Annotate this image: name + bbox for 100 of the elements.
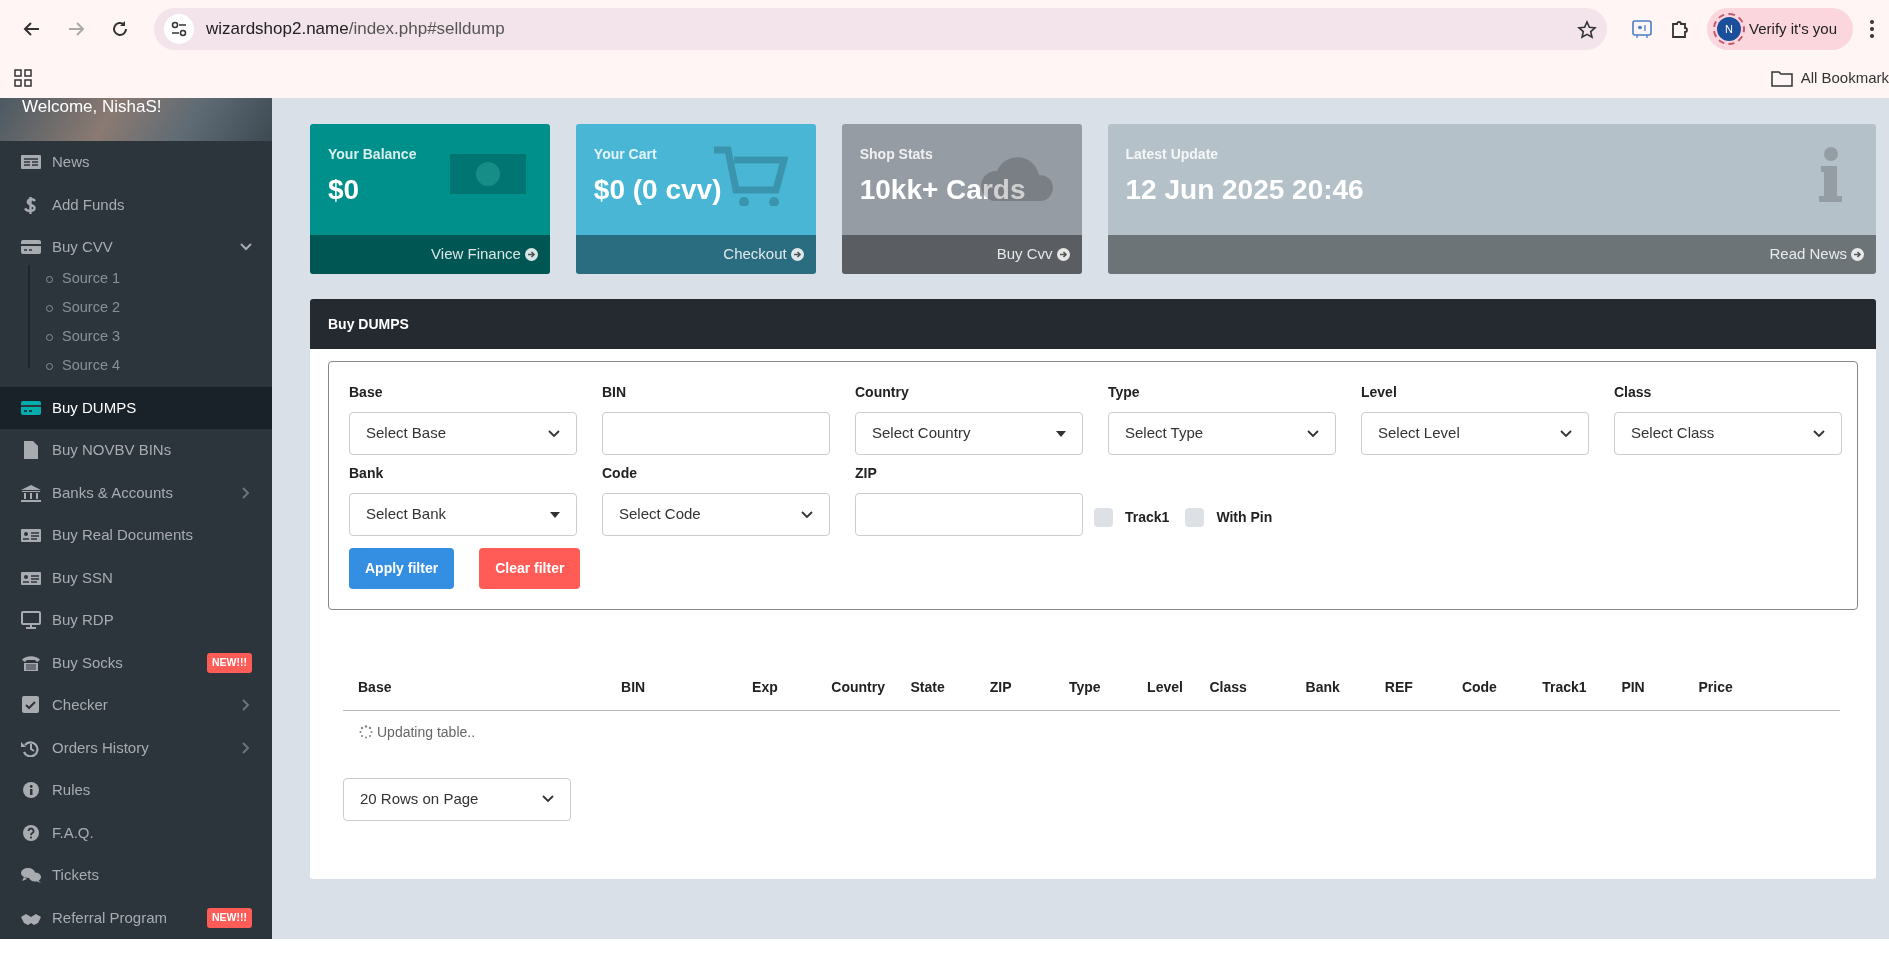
select-field[interactable]: Select Class [1614, 412, 1842, 455]
panel-title: Buy DUMPS [310, 299, 1876, 349]
column-header[interactable]: State [895, 668, 975, 711]
column-header[interactable]: Level [1132, 668, 1195, 711]
sidebar-item[interactable]: F.A.Q. [0, 811, 272, 854]
card-title: Latest Update [1125, 145, 1220, 164]
field-label: ZIP [855, 464, 878, 483]
chevron-down-icon [1813, 429, 1825, 438]
card-value: 10kk+ Cards [859, 173, 1026, 207]
card-title: Your Balance [328, 145, 418, 164]
sidebar-item[interactable]: Buy DUMPS [0, 386, 272, 429]
field-label: Country [855, 383, 910, 402]
sidebar-item[interactable]: Tickets [0, 854, 272, 897]
card-value: 12 Jun 2025 20:46 [1125, 173, 1364, 207]
address-bar[interactable]: wizardshop2.name/index.php#selldump [154, 8, 1608, 50]
arrow-circle-icon [1851, 248, 1864, 261]
sidebar-subitem[interactable]: Source 3 [28, 322, 272, 352]
star-icon[interactable] [1577, 19, 1598, 40]
input-field[interactable] [602, 412, 830, 455]
checkbox[interactable] [1185, 508, 1205, 527]
new-badge: NEW!!! [207, 652, 252, 673]
card-value: $0 [328, 173, 360, 207]
column-header[interactable]: Class [1194, 668, 1291, 711]
arrow-circle-icon [524, 248, 538, 261]
field-label: Bank [349, 464, 385, 483]
spinner-icon [359, 725, 373, 740]
column-header[interactable]: Bank [1290, 668, 1370, 711]
card-value: $0 (0 cvv) [593, 173, 722, 207]
monitor-icon [20, 611, 42, 630]
column-header[interactable]: Country [816, 668, 896, 711]
card-link[interactable]: Read News [1769, 243, 1864, 266]
newspaper-icon [20, 153, 42, 172]
sidebar-item[interactable]: Buy Real Documents [0, 514, 272, 557]
card-title: Your Cart [593, 145, 658, 164]
sidebar-subitem[interactable]: Source 4 [28, 351, 272, 381]
sidebar-item[interactable]: Orders History [0, 726, 272, 769]
column-header[interactable]: REF [1369, 668, 1447, 711]
sidebar-item[interactable]: Rules [0, 769, 272, 812]
new-badge: NEW!!! [207, 907, 252, 928]
arrow-circle-icon [790, 248, 804, 261]
chevron-down-icon [801, 510, 813, 519]
column-header[interactable]: Exp [737, 668, 817, 711]
column-header[interactable]: Track1 [1527, 668, 1607, 711]
sidebar-item[interactable]: Checker [0, 684, 272, 727]
chat-icon [20, 866, 42, 885]
select-field[interactable]: Select Bank [349, 493, 577, 536]
select-field[interactable]: Select Base [349, 412, 577, 455]
field-label: Code [602, 464, 638, 483]
field-label: Level [1361, 383, 1398, 402]
chevron-down-icon [1560, 429, 1572, 438]
chevron-down-icon [1307, 429, 1319, 438]
field-label: BIN [602, 383, 628, 402]
page-size-select[interactable]: 20 Rows on Page [343, 777, 571, 821]
column-header[interactable]: BIN [606, 668, 738, 711]
checkbox-icon [20, 696, 42, 715]
apps-grid-icon[interactable] [14, 69, 32, 87]
sidebar-item[interactable]: Buy NOVBV BINs [0, 429, 272, 472]
card-icon [20, 398, 42, 417]
sidebar-item[interactable]: Buy SSN [0, 556, 272, 599]
folder-icon [1770, 69, 1793, 87]
column-header[interactable]: Code [1446, 668, 1528, 711]
sidebar-subitem[interactable]: Source 2 [28, 293, 272, 323]
caret-icon [1056, 430, 1066, 437]
menu-icon[interactable] [1869, 19, 1875, 39]
phone-icon [20, 653, 42, 672]
chevron-down-icon [548, 429, 560, 438]
checkbox[interactable] [1094, 508, 1113, 527]
column-header[interactable]: Base [343, 668, 607, 711]
chevron-down-icon [542, 795, 554, 804]
card-title: Shop Stats [859, 145, 934, 164]
sidebar-item[interactable]: Add Funds [0, 183, 272, 226]
profile-button[interactable]: N Verify it's you [1707, 8, 1853, 50]
info-icon [20, 781, 42, 800]
sidebar-item[interactable]: News [0, 141, 272, 184]
status-text: Updating table.. [377, 722, 476, 742]
select-field[interactable]: Select Country [855, 412, 1083, 455]
sidebar-item[interactable]: Buy RDP [0, 599, 272, 642]
sidebar-item[interactable]: Referral Program NEW!!! [0, 896, 272, 939]
checkbox-label: Track1 [1125, 508, 1170, 527]
sidebar-item[interactable]: Banks & Accounts [0, 471, 272, 514]
welcome-text: Welcome, NishaS! [22, 98, 162, 116]
arrow-circle-icon [1056, 248, 1070, 261]
column-header[interactable]: Price [1683, 668, 1840, 711]
sidebar-item[interactable]: Buy Socks NEW!!! [0, 641, 272, 684]
history-icon [20, 738, 42, 757]
card-link[interactable]: Buy Cvv [996, 243, 1070, 266]
bank-icon [20, 483, 42, 502]
field-label: Base [349, 383, 384, 402]
select-field[interactable]: Select Type [1108, 412, 1336, 455]
select-field[interactable]: Select Level [1361, 412, 1589, 455]
column-header[interactable]: PIN [1606, 668, 1684, 711]
bookmarks-link[interactable]: All Bookmark [1770, 66, 1889, 90]
select-field[interactable]: Select Code [602, 493, 830, 536]
reload-icon [110, 19, 130, 39]
input-field[interactable] [855, 493, 1083, 536]
column-header[interactable]: ZIP [974, 668, 1054, 711]
tune-icon[interactable] [171, 21, 187, 37]
column-header[interactable]: Type [1053, 668, 1133, 711]
card-link[interactable]: Checkout [723, 243, 804, 266]
field-label: Class [1614, 383, 1653, 402]
